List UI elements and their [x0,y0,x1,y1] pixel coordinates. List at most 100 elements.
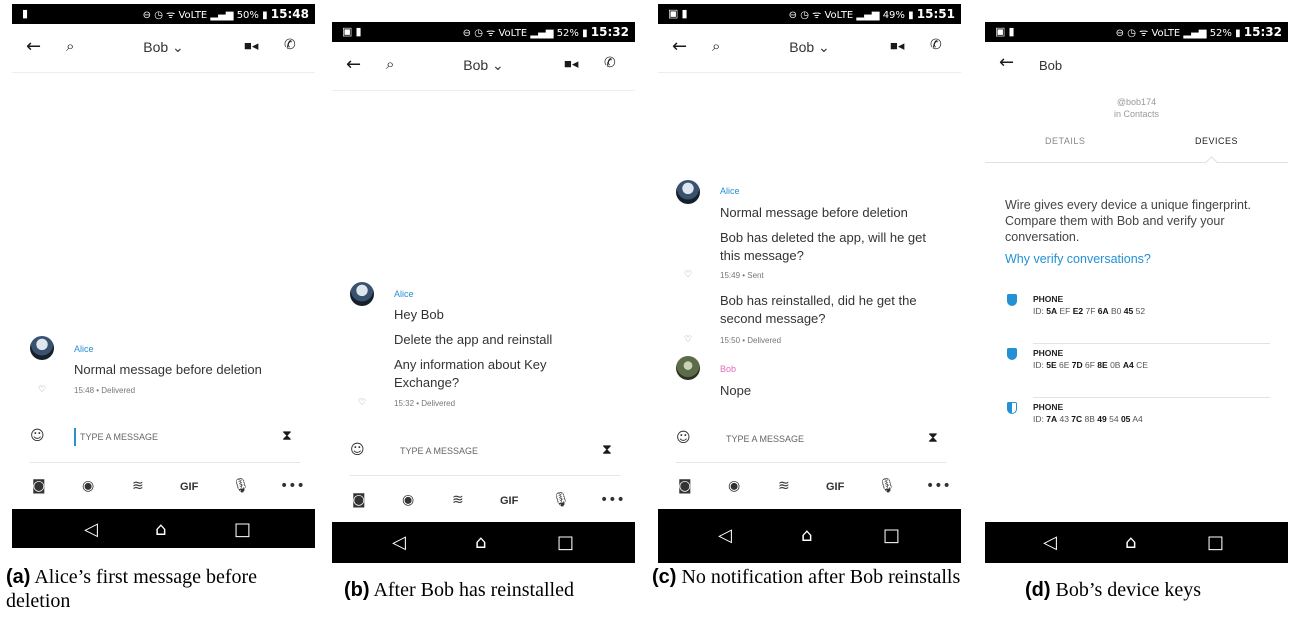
message-text[interactable]: Normal message before deletion [74,361,304,379]
attachment-toolbar: ◙ ◉ ≋ GIF 🎙 ••• [332,482,635,522]
microphone-icon[interactable]: 🎙 [552,492,570,508]
caption-a: (a) Alice’s first message before deletio… [6,566,258,612]
status-bar: ▣ ▮ ⊖ ◷ ᯤ VoLTE ▂▄▆ 52% ▮ 15:32 [332,22,635,42]
phone-icon[interactable]: ✆ [284,37,296,53]
nav-back-icon[interactable]: ◁ [392,532,406,553]
hourglass-icon[interactable]: ⧗ [928,430,938,446]
gif-button[interactable]: GIF [500,495,518,507]
fingerprint-info: Wire gives every device a unique fingerp… [1005,198,1251,244]
verify-link[interactable]: Why verify conversations? [1005,252,1151,266]
nav-back-icon[interactable]: ◁ [84,519,98,540]
ping-icon[interactable]: ◉ [728,478,740,494]
like-heart-icon[interactable]: ♡ [684,335,692,345]
user-handle: @bob174 [1116,97,1157,107]
conversation-header: ← ⌕ Bob ⌄ ■◂ ✆ [332,42,635,91]
fingerprint-segment: B0 [1108,306,1124,316]
message-text[interactable]: Any information about Key Exchange? [394,356,569,392]
device-row[interactable]: PHONE ID: 5A EF E2 7F 6A B0 45 52 [1005,290,1270,344]
more-icon[interactable]: ••• [280,478,305,494]
nav-recent-icon[interactable]: □ [883,525,900,546]
conversation-title[interactable]: Bob ⌄ [658,39,961,56]
video-camera-icon[interactable]: ■◂ [244,38,258,54]
like-heart-icon[interactable]: ♡ [684,270,692,280]
device-row[interactable]: PHONE ID: 5E 6E 7D 6F 8E 0B A4 CE [1005,344,1270,398]
phone-icon[interactable]: ✆ [604,55,616,71]
more-icon[interactable]: ••• [926,478,951,494]
contact-status: in Contacts [1113,109,1160,119]
sketch-icon[interactable]: ≋ [778,478,790,494]
emoji-icon[interactable]: ☺ [676,430,691,446]
nav-home-icon[interactable]: ⌂ [1125,532,1136,553]
message-input[interactable]: TYPE A MESSAGE [80,432,158,442]
avatar-alice[interactable] [30,336,54,360]
nav-recent-icon[interactable]: □ [234,519,251,540]
like-heart-icon[interactable]: ♡ [38,385,46,395]
message-input[interactable]: TYPE A MESSAGE [726,434,804,444]
video-camera-icon[interactable]: ■◂ [564,56,578,72]
microphone-icon[interactable]: 🎙 [232,478,250,494]
nav-recent-icon[interactable]: □ [557,532,574,553]
camera-icon[interactable]: ◙ [678,478,692,494]
sketch-icon[interactable]: ≋ [132,478,144,494]
avatar-alice[interactable] [676,180,700,204]
message-input[interactable]: TYPE A MESSAGE [400,446,478,456]
fingerprint-segment: 5E [1046,360,1057,370]
android-nav-bar: ◁ ⌂ □ [12,509,315,548]
phone-screen-b: ▣ ▮ ⊖ ◷ ᯤ VoLTE ▂▄▆ 52% ▮ 15:32 ← ⌕ Bob … [332,22,635,563]
emoji-icon[interactable]: ☺ [30,428,45,444]
gif-button[interactable]: GIF [180,481,198,493]
conversation-title[interactable]: Bob ⌄ [12,39,315,56]
tab-devices[interactable]: DEVICES [1195,136,1238,146]
attachment-toolbar: ◙ ◉ ≋ GIF 🎙 ••• [658,468,961,508]
sender-name: Bob [720,364,737,374]
avatar-bob[interactable] [676,356,700,380]
more-icon[interactable]: ••• [600,492,625,508]
conversation-header: ← ⌕ Bob ⌄ ■◂ ✆ [12,24,315,73]
sketch-icon[interactable]: ≋ [452,492,464,508]
message-text[interactable]: Bob has deleted the app, will he get thi… [720,229,930,265]
device-fingerprint: ID: 5E 6E 7D 6F 8E 0B A4 CE [1033,360,1148,370]
emoji-icon[interactable]: ☺ [350,442,365,458]
verified-shield-icon [1007,348,1017,360]
status-bar: ▮ ⊖ ◷ ᯤ VoLTE ▂▄▆ 50% ▮ 15:48 [12,4,315,24]
hourglass-icon[interactable]: ⧗ [282,428,292,444]
message-text[interactable]: Delete the app and reinstall [394,331,624,349]
nav-home-icon[interactable]: ⌂ [801,525,812,546]
conversation-title[interactable]: Bob ⌄ [332,57,635,74]
microphone-icon[interactable]: 🎙 [878,478,896,494]
nav-back-icon[interactable]: ◁ [1043,532,1057,553]
camera-icon[interactable]: ◙ [32,478,46,494]
tab-details[interactable]: DETAILS [1045,136,1085,146]
unverified-shield-icon [1007,402,1017,414]
fingerprint-segment: 6F [1082,360,1098,370]
ping-icon[interactable]: ◉ [402,492,414,508]
message-text[interactable]: Nope [720,382,950,400]
message-status: 15:48 • Delivered [74,386,136,395]
verified-shield-icon [1007,294,1017,306]
arrow-left-icon[interactable]: ← [999,52,1014,73]
nav-home-icon[interactable]: ⌂ [155,519,166,540]
avatar-alice[interactable] [350,282,374,306]
fingerprint-segment: 43 [1057,414,1072,424]
device-fingerprint: ID: 5A EF E2 7F 6A B0 45 52 [1033,306,1145,316]
status-right: ⊖ ◷ ᯤ VoLTE ▂▄▆ 49% ▮ 15:51 [788,7,955,21]
like-heart-icon[interactable]: ♡ [358,398,366,408]
ping-icon[interactable]: ◉ [82,478,94,494]
video-camera-icon[interactable]: ■◂ [890,38,904,54]
nav-recent-icon[interactable]: □ [1207,532,1224,553]
device-row[interactable]: PHONE ID: 7A 43 7C 8B 49 54 05 A4 [1005,398,1270,452]
phone-screen-c: ▣ ▮ ⊖ ◷ ᯤ VoLTE ▂▄▆ 49% ▮ 15:51 ← ⌕ Bob … [658,4,961,563]
gif-button[interactable]: GIF [826,481,844,493]
nav-home-icon[interactable]: ⌂ [475,532,486,553]
fingerprint-segment: ID: [1033,414,1047,424]
phone-icon[interactable]: ✆ [930,37,942,53]
sender-name: Alice [394,289,414,299]
hourglass-icon[interactable]: ⧗ [602,442,612,458]
nav-back-icon[interactable]: ◁ [718,525,732,546]
message-text[interactable]: Normal message before deletion [720,204,950,222]
message-text[interactable]: Bob has reinstalled, did he get the seco… [720,292,930,328]
camera-icon[interactable]: ◙ [352,492,366,508]
fingerprint-segment: 54 [1106,414,1121,424]
status-right: ⊖ ◷ ᯤ VoLTE ▂▄▆ 50% ▮ 15:48 [142,7,309,21]
message-text[interactable]: Hey Bob [394,306,624,324]
